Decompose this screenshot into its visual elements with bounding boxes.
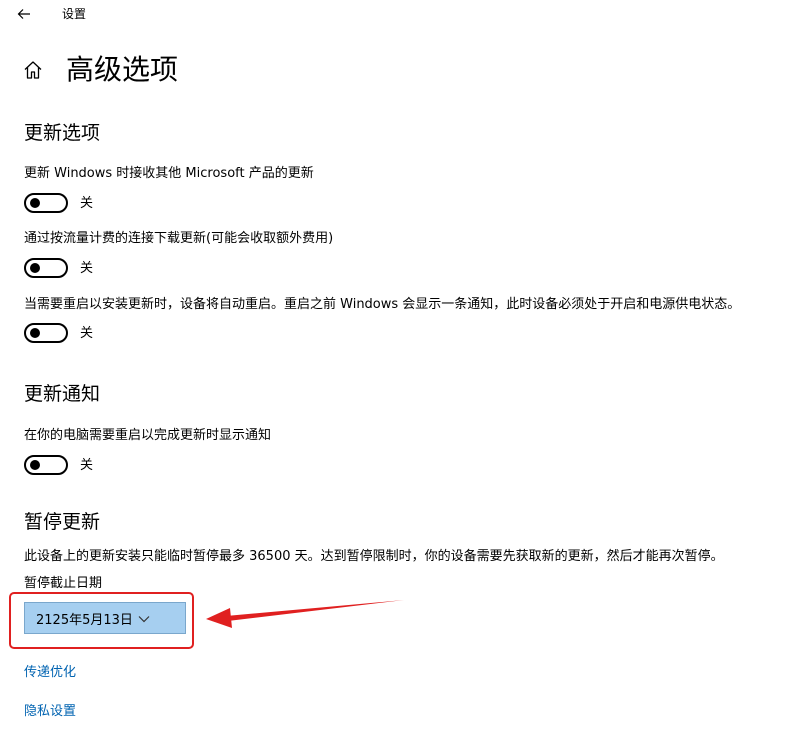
setting-label-auto-restart: 当需要重启以安装更新时，设备将自动重启。重启之前 Windows 会显示一条通知… [24, 297, 741, 312]
pause-date-label: 暂停截止日期 [24, 576, 103, 591]
toggle-state-label: 关 [80, 326, 94, 341]
toggle-metered-connection[interactable] [24, 258, 68, 278]
annotation-highlight-box [9, 592, 194, 649]
toggle-auto-restart[interactable] [24, 323, 68, 343]
page-title: 高级选项 [66, 53, 179, 86]
back-arrow-icon [17, 9, 30, 19]
section-heading-pause-updates: 暂停更新 [24, 511, 101, 533]
toggle-knob [30, 328, 40, 338]
delivery-optimization-link[interactable]: 传递优化 [24, 664, 76, 682]
toggle-other-products[interactable] [24, 193, 68, 213]
setting-label-metered-connection: 通过按流量计费的连接下载更新(可能会收取额外费用) [24, 231, 334, 246]
pause-description: 此设备上的更新安装只能临时暂停最多 36500 天。达到暂停限制时，你的设备需要… [24, 549, 724, 564]
toggle-state-label: 关 [80, 196, 94, 211]
section-heading-update-options: 更新选项 [24, 122, 101, 144]
toggle-restart-notification[interactable] [24, 455, 68, 475]
privacy-settings-link[interactable]: 隐私设置 [24, 703, 76, 721]
window-title: 设置 [62, 7, 87, 21]
setting-label-restart-notification: 在你的电脑需要重启以完成更新时显示通知 [24, 428, 272, 443]
toggle-knob [30, 460, 40, 470]
toggle-knob [30, 263, 40, 273]
setting-label-other-products: 更新 Windows 时接收其他 Microsoft 产品的更新 [24, 166, 314, 181]
toggle-state-label: 关 [80, 458, 94, 473]
home-icon[interactable] [22, 59, 44, 81]
toggle-state-label: 关 [80, 261, 94, 276]
section-heading-update-notifications: 更新通知 [24, 383, 101, 405]
toggle-knob [30, 198, 40, 208]
back-button[interactable] [8, 0, 40, 28]
